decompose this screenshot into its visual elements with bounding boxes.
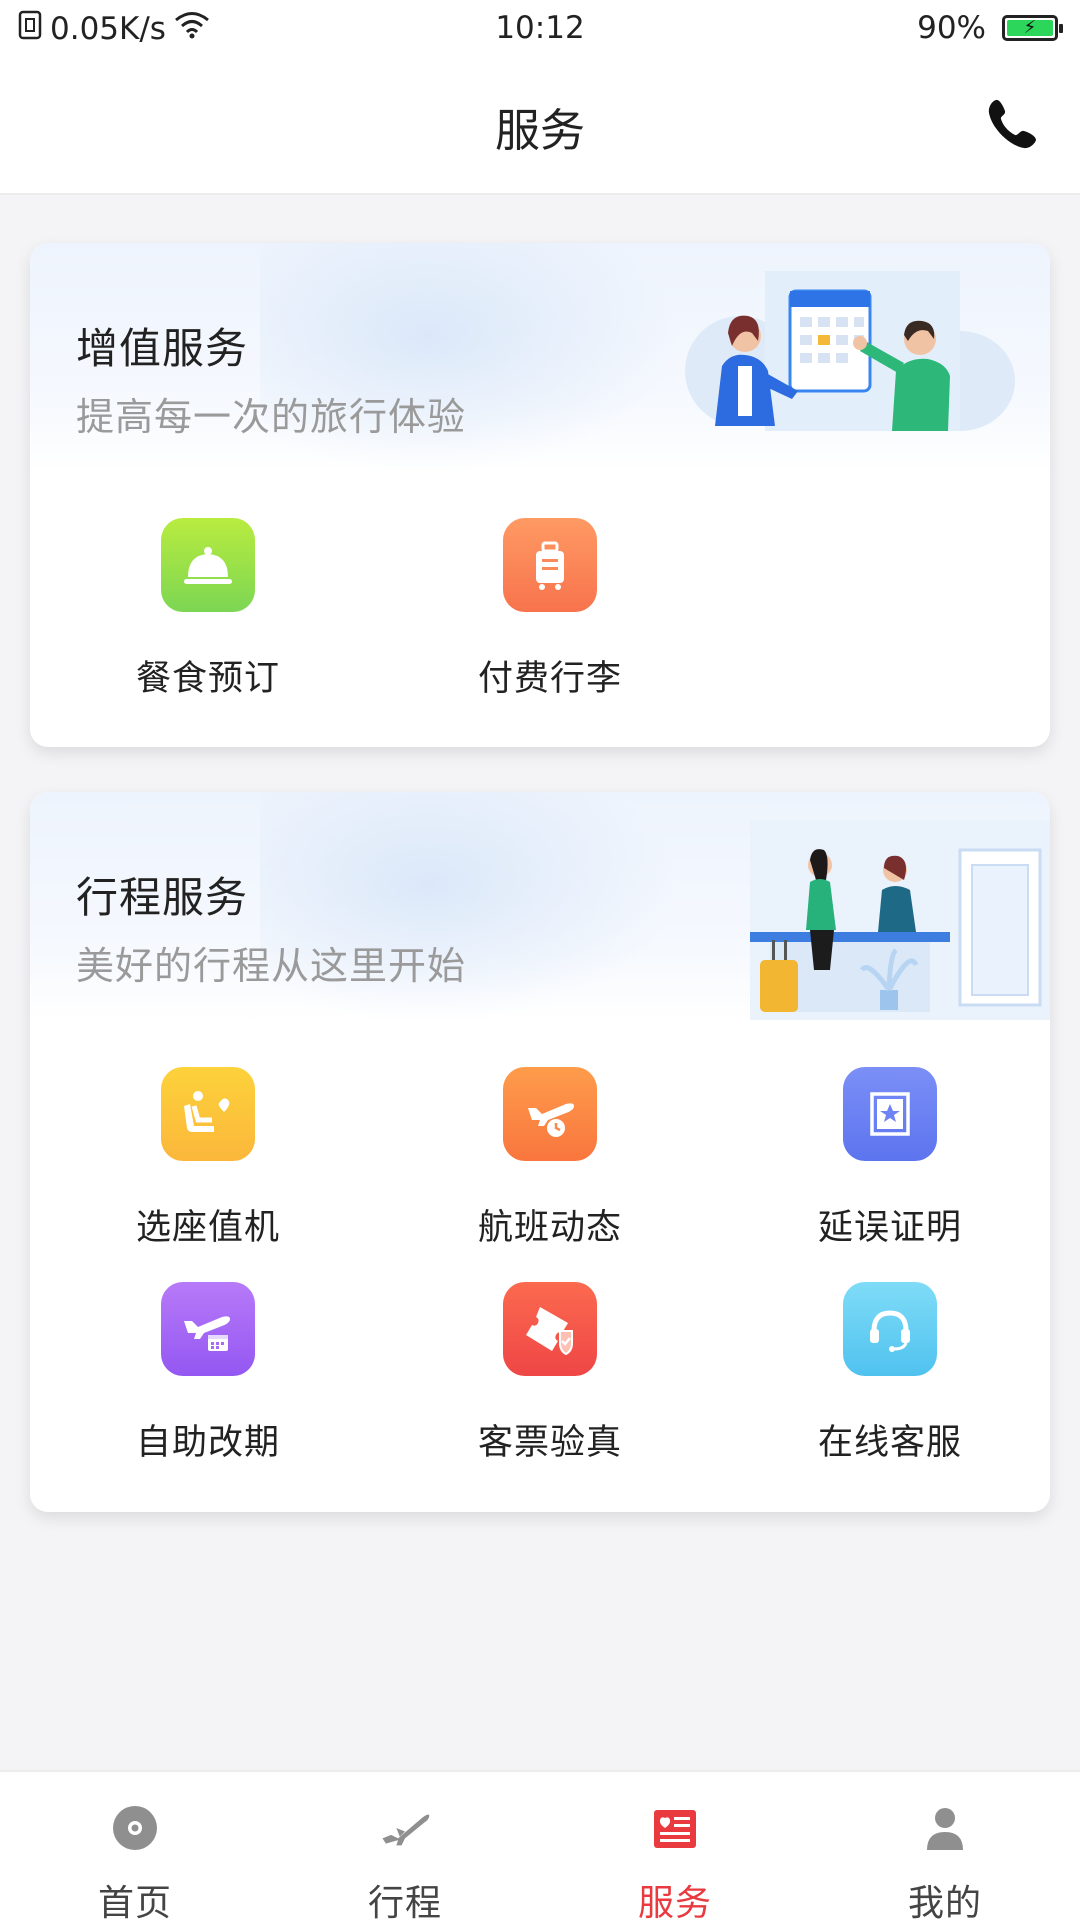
profile-icon — [919, 1802, 971, 1854]
value-added-card: 增值服务 提高每一次的旅行体验 餐食预订 付费行李 — [30, 243, 1050, 747]
service-label: 餐食预订 — [135, 659, 280, 699]
nav-label: 我的 — [907, 1883, 982, 1920]
service-seat-checkin[interactable]: 选座值机 — [88, 1067, 328, 1248]
service-delay-certificate[interactable]: 延误证明 — [770, 1067, 1010, 1248]
trip-services-card: 行程服务 美好的行程从这里开始 选座值机 航班动态 延误证明 自助改期 客票验真… — [30, 792, 1050, 1512]
nav-label: 行程 — [367, 1883, 442, 1920]
nav-home[interactable]: 首页 — [35, 1802, 235, 1920]
title-bar: 服务 — [0, 58, 1080, 195]
service-illustration — [680, 261, 1020, 461]
luggage-icon — [503, 518, 597, 612]
ticket-verify-icon — [503, 1282, 597, 1376]
service-label: 付费行李 — [477, 659, 622, 699]
service-label: 自助改期 — [135, 1423, 280, 1463]
nav-label: 首页 — [97, 1883, 172, 1920]
reschedule-icon — [161, 1282, 255, 1376]
meal-icon — [161, 518, 255, 612]
service-paid-luggage[interactable]: 付费行李 — [430, 518, 670, 699]
service-label: 选座值机 — [135, 1208, 280, 1248]
service-meal-booking[interactable]: 餐食预订 — [88, 518, 328, 699]
card-subtitle: 提高每一次的旅行体验 — [76, 395, 467, 439]
service-online-support[interactable]: 在线客服 — [770, 1282, 1010, 1463]
home-icon — [109, 1802, 161, 1854]
service-icon — [649, 1802, 701, 1854]
nav-profile[interactable]: 我的 — [845, 1802, 1045, 1920]
card-title: 行程服务 — [76, 873, 249, 922]
service-label: 航班动态 — [477, 1208, 622, 1248]
service-self-reschedule[interactable]: 自助改期 — [88, 1282, 328, 1463]
page-title: 服务 — [494, 104, 585, 157]
bottom-nav: 首页 行程 服务 我的 — [0, 1770, 1080, 1920]
phone-icon[interactable] — [982, 94, 1042, 154]
service-flight-status[interactable]: 航班动态 — [430, 1067, 670, 1248]
delay-certificate-icon — [843, 1067, 937, 1161]
status-right: 90% ⚡ — [917, 10, 1063, 46]
nav-trip[interactable]: 行程 — [305, 1802, 505, 1920]
service-ticket-verify[interactable]: 客票验真 — [430, 1282, 670, 1463]
battery-icon: ⚡ — [1002, 15, 1063, 41]
plane-icon — [379, 1802, 431, 1854]
battery-percent: 90% — [917, 10, 986, 46]
nav-service[interactable]: 服务 — [575, 1802, 775, 1920]
trip-illustration — [750, 820, 1050, 1020]
seat-checkin-icon — [161, 1067, 255, 1161]
flight-status-icon — [503, 1067, 597, 1161]
service-label: 客票验真 — [477, 1423, 622, 1463]
card-title: 增值服务 — [76, 324, 249, 373]
card-subtitle: 美好的行程从这里开始 — [76, 944, 467, 988]
service-label: 延误证明 — [817, 1208, 962, 1248]
service-label: 在线客服 — [817, 1423, 962, 1463]
nav-label: 服务 — [637, 1883, 712, 1920]
status-bar: 0.05K/s 10:12 90% ⚡ — [0, 0, 1080, 58]
online-support-icon — [843, 1282, 937, 1376]
